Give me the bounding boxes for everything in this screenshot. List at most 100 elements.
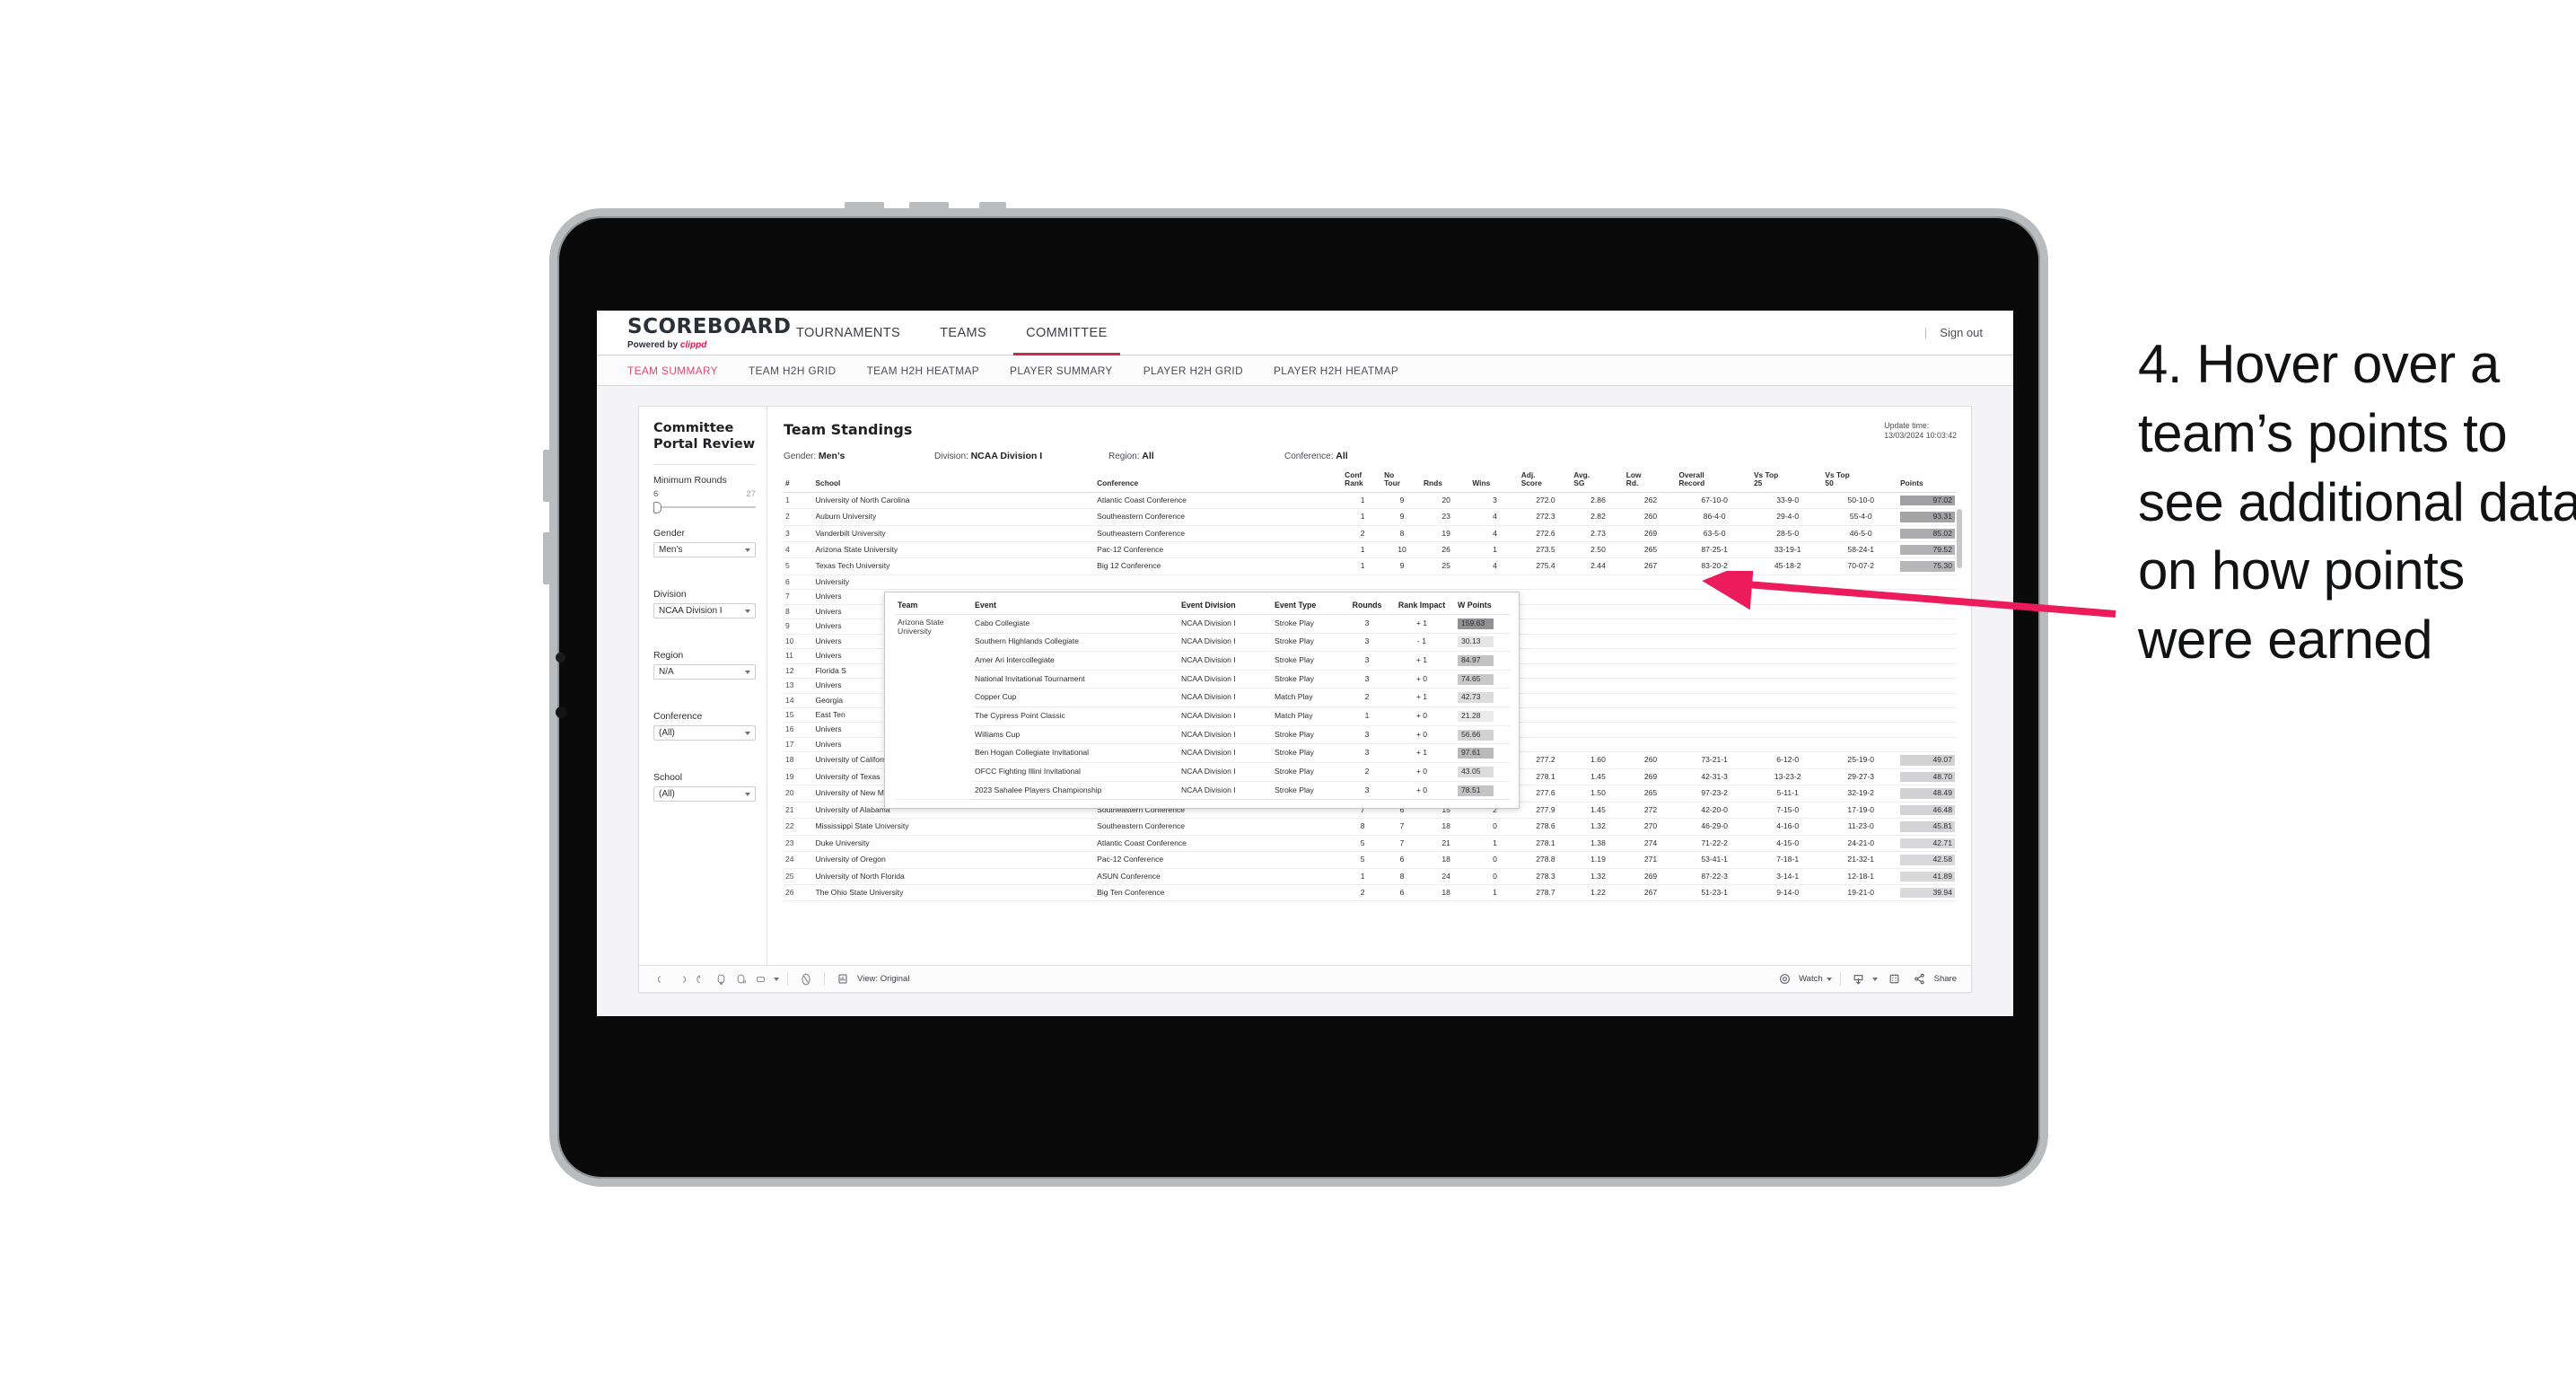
col-wins[interactable]: Wins [1470, 469, 1520, 493]
table-row[interactable]: 3 Vanderbilt University Southeastern Confe… [784, 525, 1957, 543]
table-row[interactable]: 23 Duke University Atlantic Coast Conferen… [784, 835, 1957, 853]
points-value[interactable]: 39.94 [1900, 887, 1955, 899]
col-overall-record[interactable]: Overall Record [1677, 469, 1752, 493]
points-value[interactable]: 93.31 [1900, 512, 1955, 522]
table-row[interactable]: 22 Mississippi State University Southeaste… [784, 818, 1957, 836]
col-school[interactable]: School [813, 469, 1096, 493]
tab-team-h2h-heatmap[interactable]: TEAM H2H HEATMAP [867, 364, 979, 377]
cell-points[interactable]: 97.02 [1898, 492, 1957, 510]
col-adj-score[interactable]: Adj. Score [1519, 469, 1573, 493]
col-rnds[interactable]: Rnds [1421, 469, 1471, 493]
custom-views-icon[interactable] [750, 970, 770, 988]
gender-select[interactable]: Men’s [653, 542, 756, 558]
points-value[interactable]: 49.07 [1900, 755, 1955, 766]
table-scrollbar-thumb[interactable] [1957, 508, 1962, 568]
conference-select[interactable]: (All) [653, 725, 756, 741]
nav-item-teams[interactable]: TEAMS [920, 311, 1006, 355]
redo-icon[interactable] [671, 970, 691, 988]
watch-label[interactable]: Watch [1799, 974, 1823, 984]
points-value[interactable] [1900, 626, 1955, 627]
chevron-down-icon[interactable] [774, 977, 779, 981]
app-logo[interactable]: SCOREBOARD Powered by clippd [597, 311, 791, 355]
slider-handle[interactable] [653, 502, 662, 514]
col-no-tour[interactable]: No Tour [1382, 469, 1422, 493]
tab-team-summary[interactable]: TEAM SUMMARY [627, 364, 718, 377]
chevron-down-icon[interactable] [1871, 977, 1878, 981]
cell-points[interactable] [1898, 663, 1957, 680]
cell-points[interactable]: 85.02 [1898, 525, 1957, 543]
cell-points[interactable] [1898, 693, 1957, 709]
points-value[interactable] [1900, 685, 1955, 687]
points-value[interactable]: 85.02 [1900, 528, 1955, 539]
cell-points[interactable] [1898, 722, 1957, 738]
share-label[interactable]: Share [1934, 974, 1957, 984]
table-row[interactable]: 26 The Ohio State University Big Ten Confe… [784, 884, 1957, 902]
tab-player-summary[interactable]: PLAYER SUMMARY [1010, 364, 1113, 377]
points-value[interactable]: 42.58 [1900, 855, 1955, 865]
nav-item-tournaments[interactable]: TOURNAMENTS [776, 311, 920, 355]
cell-points[interactable]: 48.70 [1898, 768, 1957, 786]
table-row[interactable]: 2 Auburn University Southeastern Conferenc… [784, 508, 1957, 526]
cell-points[interactable]: 45.81 [1898, 818, 1957, 836]
share-icon[interactable] [1910, 970, 1930, 988]
points-value[interactable] [1900, 715, 1955, 716]
download-icon[interactable] [1849, 970, 1869, 988]
cell-points[interactable]: 49.07 [1898, 751, 1957, 769]
points-value[interactable]: 48.70 [1900, 771, 1955, 783]
points-value[interactable] [1900, 655, 1955, 657]
nav-item-committee[interactable]: COMMITTEE [1006, 311, 1127, 355]
col-low-rd[interactable]: Low Rd. [1624, 469, 1678, 493]
col-points[interactable]: Points [1898, 469, 1957, 493]
points-value[interactable]: 46.48 [1900, 804, 1955, 816]
cell-points[interactable]: 41.89 [1898, 868, 1957, 885]
cell-points[interactable]: 46.48 [1898, 802, 1957, 820]
points-value[interactable] [1900, 670, 1955, 671]
region-select[interactable]: N/A [653, 664, 756, 680]
sign-out-link[interactable]: Sign out [1940, 326, 1983, 339]
reset-filters-icon[interactable] [796, 970, 816, 988]
col-rank[interactable]: # [784, 469, 814, 493]
cell-points[interactable] [1898, 634, 1957, 650]
points-value[interactable]: 41.89 [1900, 871, 1955, 882]
points-value[interactable]: 45.81 [1900, 821, 1955, 832]
pause-updates-icon[interactable] [731, 970, 750, 988]
col-avg-sg[interactable]: Avg. SG [1572, 469, 1625, 493]
points-value[interactable]: 42.71 [1900, 838, 1955, 849]
tab-player-h2h-heatmap[interactable]: PLAYER H2H HEATMAP [1274, 364, 1398, 377]
cell-points[interactable]: 93.31 [1898, 508, 1957, 526]
school-select[interactable]: (All) [653, 786, 756, 803]
col-vs-top-50[interactable]: Vs Top 50 [1823, 469, 1899, 493]
cell-points[interactable]: 39.94 [1898, 884, 1957, 902]
table-row[interactable]: 4 Arizona State University Pac-12 Conferen… [784, 541, 1957, 559]
fullscreen-icon[interactable] [1885, 970, 1905, 988]
table-row[interactable]: 25 University of North Florida ASUN Confer… [784, 868, 1957, 885]
points-value[interactable] [1900, 729, 1955, 731]
minimum-rounds-slider[interactable] [653, 501, 756, 514]
points-value[interactable]: 97.02 [1900, 495, 1955, 506]
points-value[interactable] [1900, 699, 1955, 701]
col-conf-rank[interactable]: Conf Rank [1343, 469, 1383, 493]
tab-player-h2h-grid[interactable]: PLAYER H2H GRID [1143, 364, 1243, 377]
cell-points[interactable] [1898, 737, 1957, 753]
table-row[interactable]: 1 University of North Carolina Atlantic Co… [784, 492, 1957, 510]
tab-team-h2h-grid[interactable]: TEAM H2H GRID [749, 364, 837, 377]
division-select[interactable]: NCAA Division I [653, 603, 756, 619]
cell-points[interactable] [1898, 648, 1957, 664]
points-value[interactable]: 79.52 [1900, 545, 1955, 556]
cell-points[interactable] [1898, 707, 1957, 724]
watch-icon[interactable] [1774, 970, 1794, 988]
cell-points[interactable]: 42.58 [1898, 851, 1957, 869]
view-original-label[interactable]: View: Original [857, 974, 909, 984]
view-icon[interactable] [833, 970, 853, 988]
points-value[interactable]: 48.49 [1900, 788, 1955, 799]
undo-icon[interactable] [652, 970, 671, 988]
cell-points[interactable]: 48.49 [1898, 785, 1957, 803]
points-value[interactable] [1900, 744, 1955, 746]
cell-points[interactable] [1898, 678, 1957, 694]
table-row[interactable]: 24 University of Oregon Pac-12 Conference 5… [784, 851, 1957, 869]
revert-icon[interactable] [691, 970, 711, 988]
col-vs-top-25[interactable]: Vs Top 25 [1751, 469, 1824, 493]
chevron-down-icon[interactable] [1826, 977, 1832, 981]
cell-points[interactable]: 79.52 [1898, 541, 1957, 559]
refresh-data-icon[interactable] [711, 970, 731, 988]
